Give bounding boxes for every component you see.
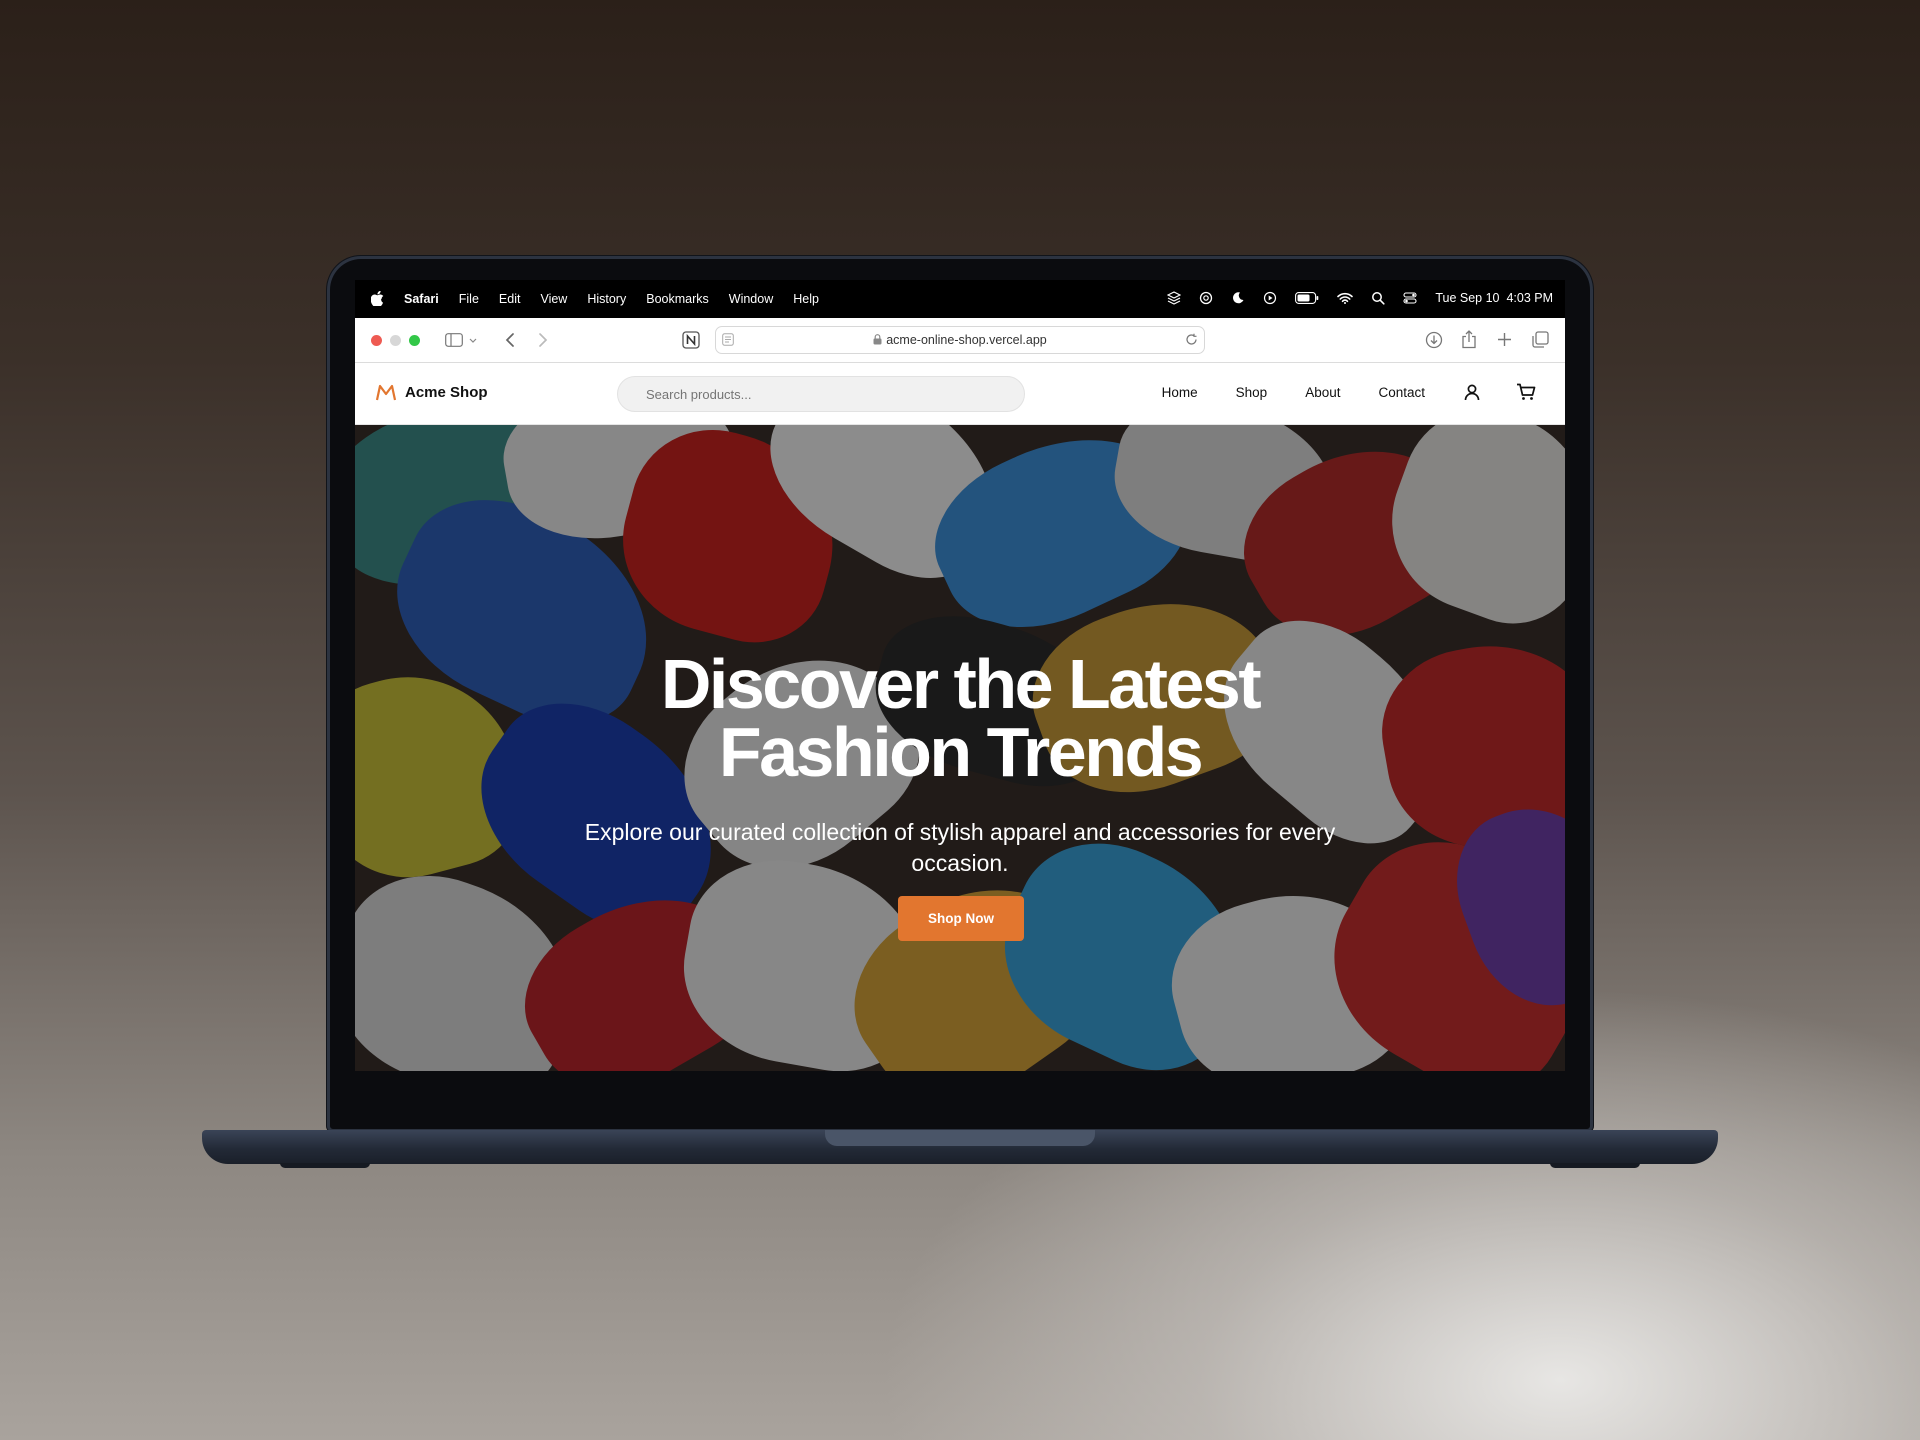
nav-home[interactable]: Home [1162, 385, 1198, 400]
menu-edit[interactable]: Edit [499, 292, 521, 306]
layers-icon[interactable] [1167, 291, 1182, 305]
menu-bookmarks[interactable]: Bookmarks [646, 292, 709, 306]
battery-icon[interactable] [1295, 292, 1319, 304]
crown-logo-icon [375, 384, 397, 401]
minimize-window-button[interactable] [390, 335, 401, 346]
chevron-down-icon[interactable] [469, 338, 477, 344]
safari-toolbar: acme-online-shop.vercel.app [355, 318, 1565, 363]
brand-name: Acme Shop [405, 383, 488, 401]
hero-section: Discover the Latest Fashion Trends Explo… [355, 425, 1565, 1071]
hero-title-line-1: Discover the Latest [660, 645, 1262, 723]
menu-file[interactable]: File [459, 292, 479, 306]
cart-icon[interactable] [1516, 383, 1536, 401]
close-window-button[interactable] [371, 335, 382, 346]
menu-view[interactable]: View [540, 292, 567, 306]
control-center-icon[interactable] [1403, 291, 1417, 305]
mac-menubar: Safari File Edit View History Bookmarks … [355, 280, 1565, 318]
menubar-clock[interactable]: Tue Sep 10 4:03 PM [1435, 291, 1553, 305]
back-icon[interactable] [505, 332, 515, 348]
share-icon[interactable] [1461, 330, 1477, 349]
menu-help[interactable]: Help [793, 292, 819, 306]
sidebar-toggle-icon[interactable] [445, 333, 463, 347]
reload-icon[interactable] [1185, 333, 1198, 346]
notion-icon[interactable] [682, 331, 700, 349]
user-icon[interactable] [1463, 383, 1481, 401]
zoom-window-button[interactable] [409, 335, 420, 346]
nav-about[interactable]: About [1305, 385, 1340, 400]
play-circle-icon[interactable] [1263, 291, 1277, 305]
menu-history[interactable]: History [587, 292, 626, 306]
tab-overview-icon[interactable] [1532, 331, 1549, 348]
laptop-screen: Safari File Edit View History Bookmarks … [355, 280, 1565, 1071]
hero-title-line-2: Fashion Trends [718, 713, 1204, 791]
hero-subtitle: Explore our curated collection of stylis… [584, 819, 1336, 876]
new-tab-icon[interactable] [1497, 332, 1512, 347]
apple-icon[interactable] [371, 291, 384, 306]
forward-icon[interactable] [538, 332, 548, 348]
menu-app-name[interactable]: Safari [404, 292, 439, 306]
brand-link[interactable]: Acme Shop [375, 382, 488, 402]
wifi-icon[interactable] [1337, 292, 1354, 304]
site-header: Acme Shop Home Shop About Contact [355, 363, 1565, 425]
search-input[interactable] [617, 376, 1025, 412]
laptop-foot-right [1550, 1163, 1640, 1168]
main-nav: Home Shop About Contact [1162, 385, 1425, 400]
download-icon[interactable] [1425, 331, 1443, 349]
openai-icon[interactable] [1199, 291, 1213, 305]
hero-title: Discover the Latest Fashion Trends [355, 645, 1565, 791]
menu-window[interactable]: Window [729, 292, 773, 306]
laptop-hinge-notch [825, 1130, 1095, 1146]
address-bar[interactable]: acme-online-shop.vercel.app [715, 326, 1205, 354]
nav-contact[interactable]: Contact [1378, 385, 1425, 400]
laptop-foot-left [280, 1163, 370, 1168]
shop-now-button[interactable]: Shop Now [898, 896, 1024, 941]
nav-shop[interactable]: Shop [1236, 385, 1268, 400]
lock-icon [873, 334, 882, 345]
moon-icon[interactable] [1231, 291, 1245, 305]
url-text: acme-online-shop.vercel.app [886, 333, 1047, 347]
spotlight-search-icon[interactable] [1371, 291, 1385, 305]
